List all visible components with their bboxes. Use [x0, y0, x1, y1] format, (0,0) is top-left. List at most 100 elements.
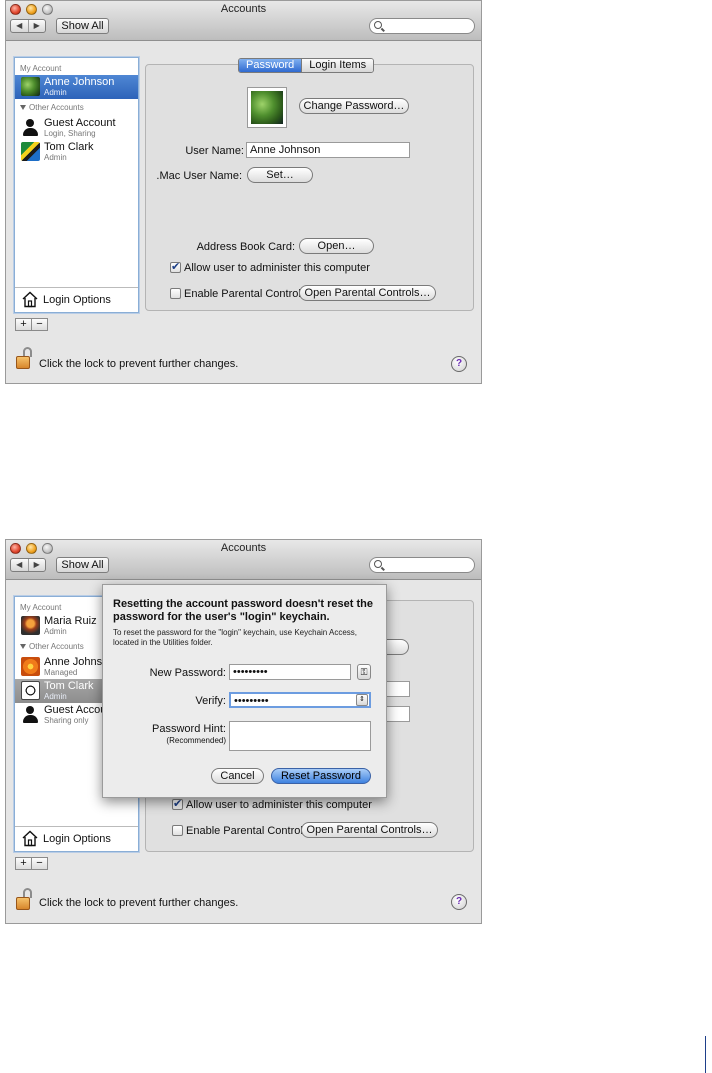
set-mac-user-name-button[interactable]: Set…: [247, 167, 313, 183]
open-parental-controls-button[interactable]: Open Parental Controls…: [301, 822, 438, 838]
disclosure-triangle-icon: [20, 644, 26, 649]
account-name: Maria Ruiz: [44, 615, 97, 627]
other-accounts-label: Other Accounts: [29, 103, 84, 112]
other-accounts-label: Other Accounts: [29, 642, 84, 651]
back-forward-control: ◀ ▶: [10, 558, 46, 572]
open-address-book-button[interactable]: Open…: [299, 238, 374, 254]
account-row-guest[interactable]: Guest Account Login, Sharing: [15, 116, 138, 140]
add-remove-control: + −: [15, 318, 48, 331]
account-name: Tom Clark: [44, 680, 94, 692]
allow-admin-label: Allow user to administer this computer: [184, 262, 370, 274]
search-field[interactable]: [369, 18, 475, 34]
new-password-label: New Password:: [149, 667, 226, 679]
page-margin-rule: [705, 1036, 706, 1073]
account-role: Sharing only: [44, 716, 89, 725]
account-role: Admin: [44, 692, 67, 701]
forward-arrow-icon[interactable]: ▶: [27, 20, 46, 32]
account-role: Admin: [44, 627, 67, 636]
search-field[interactable]: [369, 557, 475, 573]
my-account-header: My Account: [20, 603, 62, 612]
add-account-button[interactable]: +: [16, 858, 31, 869]
login-options-item[interactable]: Login Options: [15, 826, 138, 851]
show-all-button[interactable]: Show All: [56, 18, 109, 34]
key-icon[interactable]: ⚿: [357, 664, 371, 680]
lock-icon[interactable]: [16, 347, 34, 371]
user-name-label: User Name:: [185, 145, 244, 157]
account-row-anne-johnson[interactable]: Anne Johnson Admin: [15, 75, 138, 99]
back-forward-control: ◀ ▶: [10, 19, 46, 33]
account-role: Admin: [44, 88, 67, 97]
account-role: Admin: [44, 153, 67, 162]
title-bar: Accounts ◀ ▶ Show All: [6, 540, 481, 580]
house-icon: [22, 830, 38, 847]
help-button[interactable]: ?: [451, 894, 467, 910]
open-parental-controls-button[interactable]: Open Parental Controls…: [299, 285, 436, 301]
new-password-field[interactable]: •••••••••: [229, 664, 351, 680]
tab-password[interactable]: Password: [239, 59, 302, 72]
window-title: Accounts: [220, 3, 267, 15]
search-icon: [374, 560, 382, 568]
user-picture-image: [251, 91, 283, 124]
house-icon: [22, 291, 38, 308]
add-account-button[interactable]: +: [16, 319, 31, 330]
login-options-label: Login Options: [43, 833, 111, 845]
verify-field[interactable]: •••••••••: [229, 692, 371, 708]
other-accounts-header[interactable]: Other Accounts: [20, 642, 84, 651]
account-name: Anne Johnson: [44, 76, 115, 88]
account-row-tom-clark[interactable]: Tom Clark Admin: [15, 140, 138, 164]
allow-admin-checkbox[interactable]: [170, 260, 181, 273]
lock-icon[interactable]: [16, 888, 34, 912]
help-button[interactable]: ?: [451, 356, 467, 372]
password-assistant-icon[interactable]: ⇕: [356, 694, 368, 706]
allow-admin-checkbox[interactable]: [172, 797, 183, 810]
accounts-list: My Account Anne Johnson Admin Other Acco…: [13, 56, 140, 314]
cancel-button[interactable]: Cancel: [211, 768, 264, 784]
my-account-header: My Account: [20, 64, 62, 73]
remove-account-button[interactable]: −: [31, 858, 47, 869]
change-password-button[interactable]: Change Password…: [299, 98, 409, 114]
allow-admin-label: Allow user to administer this computer: [186, 799, 372, 811]
window-title: Accounts: [220, 542, 267, 554]
other-accounts-header[interactable]: Other Accounts: [20, 103, 84, 112]
back-arrow-icon[interactable]: ◀: [11, 20, 28, 32]
parental-controls-checkbox[interactable]: [172, 825, 183, 836]
password-hint-sublabel: (Recommended): [166, 736, 226, 745]
parental-controls-label: Enable Parental Controls: [184, 288, 307, 300]
account-role: Managed: [44, 668, 78, 677]
mac-user-name-label: .Mac User Name:: [156, 170, 242, 182]
parental-controls-label: Enable Parental Controls: [186, 825, 309, 837]
tab-bar: Password Login Items: [238, 58, 375, 73]
accounts-window-reset-password: Accounts ◀ ▶ Show All My Account Maria R…: [5, 539, 482, 924]
avatar: [21, 77, 40, 96]
account-name: Guest Account: [44, 117, 116, 129]
accounts-window: Accounts ◀ ▶ Show All My Account Anne Jo…: [5, 0, 482, 384]
login-options-label: Login Options: [43, 294, 111, 306]
login-options-item[interactable]: Login Options: [15, 287, 138, 312]
title-bar: Accounts ◀ ▶ Show All: [6, 1, 481, 41]
lock-status-text: Click the lock to prevent further change…: [39, 358, 239, 370]
user-picture[interactable]: [247, 87, 287, 128]
back-arrow-icon[interactable]: ◀: [11, 559, 28, 571]
parental-controls-checkbox[interactable]: [170, 288, 181, 299]
tab-login-items[interactable]: Login Items: [301, 59, 374, 72]
user-name-field[interactable]: Anne Johnson: [246, 142, 410, 158]
verify-label: Verify:: [195, 695, 226, 707]
account-name: Anne Johnso: [44, 656, 109, 668]
avatar: [21, 616, 40, 635]
avatar: [21, 657, 40, 676]
person-silhouette-icon: [21, 118, 40, 137]
avatar: [21, 142, 40, 161]
reset-password-button[interactable]: Reset Password: [271, 768, 371, 784]
account-name: Guest Accou: [44, 704, 107, 716]
search-icon: [374, 21, 382, 29]
account-name: Tom Clark: [44, 141, 94, 153]
forward-arrow-icon[interactable]: ▶: [27, 559, 46, 571]
show-all-button[interactable]: Show All: [56, 557, 109, 573]
avatar: [21, 681, 40, 700]
reset-password-sheet: Resetting the account password doesn't r…: [102, 584, 387, 798]
disclosure-triangle-icon: [20, 105, 26, 110]
person-silhouette-icon: [21, 705, 40, 724]
remove-account-button[interactable]: −: [31, 319, 47, 330]
lock-status-text: Click the lock to prevent further change…: [39, 897, 239, 909]
password-hint-field[interactable]: [229, 721, 371, 751]
